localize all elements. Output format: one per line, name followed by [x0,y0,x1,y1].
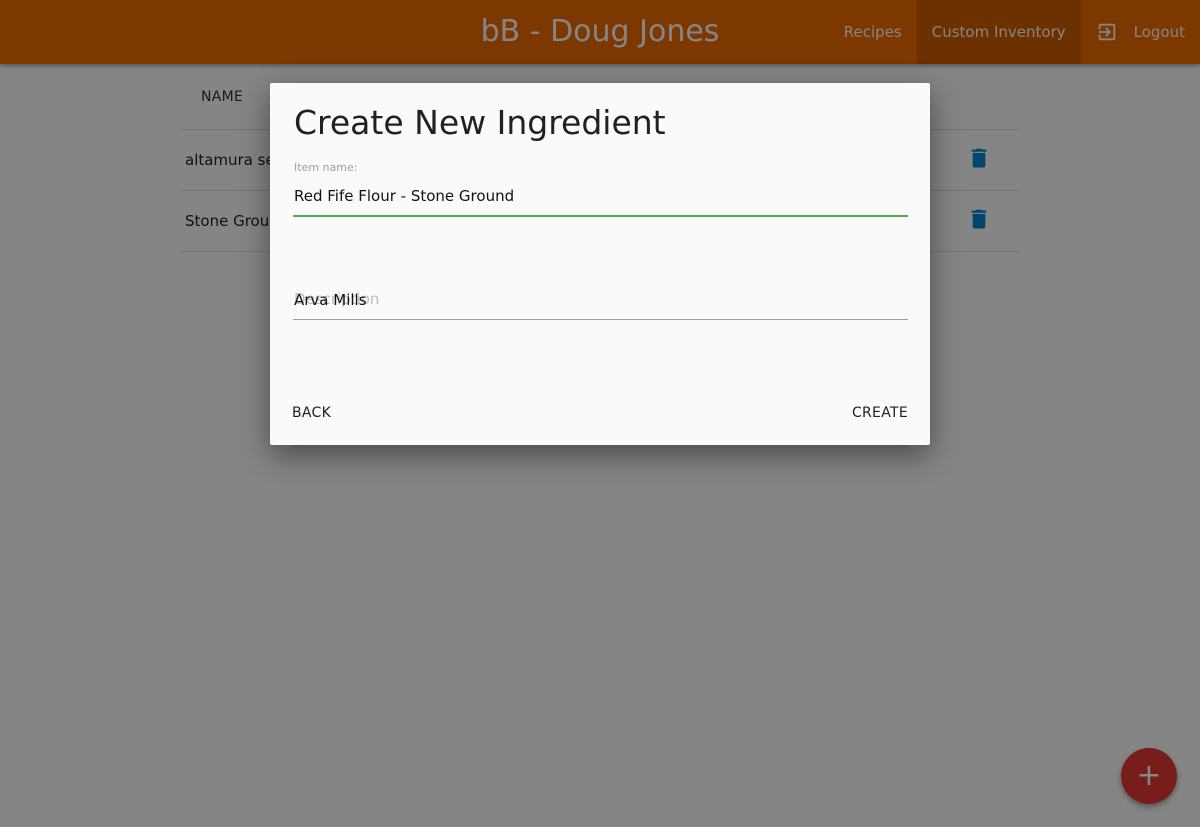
create-button[interactable]: CREATE [852,401,908,425]
create-ingredient-dialog: Create New Ingredient Item name: Descrip… [270,83,930,445]
dialog-title: Create New Ingredient [294,103,666,142]
item-name-label: Item name: [294,161,358,174]
description-input[interactable] [293,285,908,320]
item-name-input[interactable] [293,181,908,217]
back-button[interactable]: BACK [292,401,331,425]
